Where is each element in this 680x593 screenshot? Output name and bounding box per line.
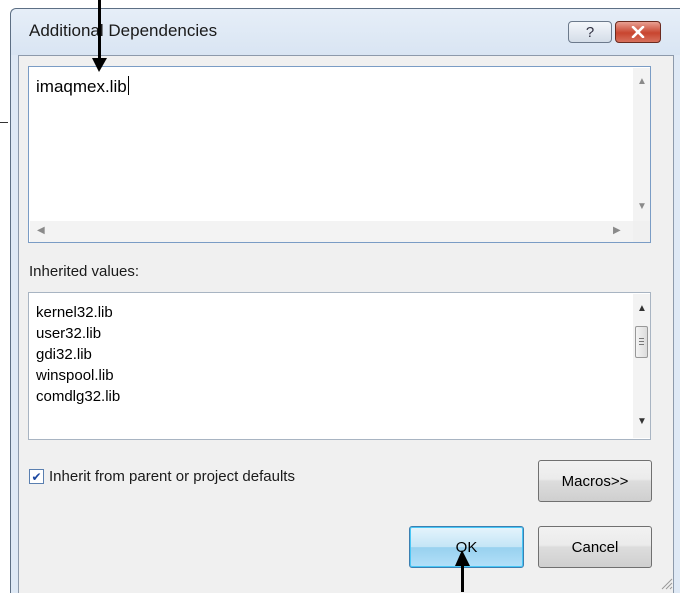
- scroll-right-icon[interactable]: ▶: [613, 226, 621, 236]
- scroll-up-icon[interactable]: ▲: [637, 304, 647, 314]
- dialog-window: Additional Dependencies ? imaqmex.lib ▲ …: [10, 8, 680, 593]
- editor-horizontal-scrollbar[interactable]: ◀ ▶: [30, 221, 633, 242]
- editor-vertical-scrollbar[interactable]: ▲ ▼: [633, 68, 650, 221]
- macros-button[interactable]: Macros>>: [538, 460, 652, 502]
- editor-text[interactable]: imaqmex.lib: [36, 76, 129, 97]
- scroll-down-icon[interactable]: ▼: [637, 417, 647, 427]
- list-item: kernel32.lib: [36, 304, 113, 321]
- inherited-vertical-scrollbar[interactable]: ▲ ▼: [633, 294, 650, 438]
- help-icon: ?: [585, 23, 595, 41]
- resize-grip-icon[interactable]: [659, 576, 673, 590]
- dependencies-editor[interactable]: imaqmex.lib ▲ ▼ ◀ ▶: [28, 66, 651, 243]
- scroll-left-icon[interactable]: ◀: [37, 226, 45, 236]
- help-button[interactable]: ?: [568, 21, 612, 43]
- inherit-checkbox-label[interactable]: Inherit from parent or project defaults: [49, 468, 295, 485]
- inherit-checkbox[interactable]: ✔: [29, 469, 44, 484]
- dialog-client-area: imaqmex.lib ▲ ▼ ◀ ▶ Inherited values: ke…: [18, 55, 674, 593]
- inherited-values-list[interactable]: kernel32.lib user32.lib gdi32.lib winspo…: [28, 292, 651, 440]
- annotation-arrow-line: [461, 565, 464, 592]
- scrollbar-corner: [633, 221, 650, 242]
- annotation-arrow-head: [455, 550, 470, 566]
- close-icon: [631, 26, 645, 38]
- checkmark-icon: ✔: [31, 469, 42, 484]
- list-item: gdi32.lib: [36, 346, 92, 363]
- annotation-arrow-head: [92, 58, 107, 72]
- list-item: winspool.lib: [36, 367, 114, 384]
- title-bar: Additional Dependencies ?: [11, 9, 680, 55]
- annotation-arrow-line: [98, 0, 101, 62]
- close-button[interactable]: [615, 21, 661, 43]
- list-item: comdlg32.lib: [36, 388, 121, 405]
- scroll-down-icon[interactable]: ▼: [637, 202, 647, 212]
- scroll-thumb[interactable]: [635, 326, 648, 358]
- inherited-values-label: Inherited values:: [29, 263, 140, 280]
- scroll-up-icon[interactable]: ▲: [637, 77, 647, 87]
- cancel-button[interactable]: Cancel: [538, 526, 652, 568]
- annotation-tick: [0, 122, 8, 123]
- list-item: user32.lib: [36, 325, 102, 342]
- dialog-title: Additional Dependencies: [29, 21, 218, 40]
